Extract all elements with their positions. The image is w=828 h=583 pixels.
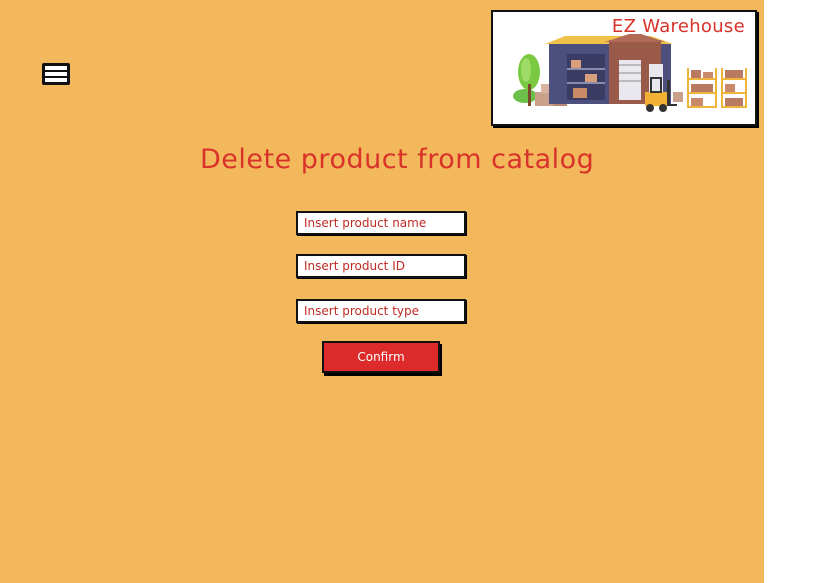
app-canvas: EZ Warehouse Delete product from catalog… bbox=[0, 0, 764, 583]
app-logo: EZ Warehouse bbox=[491, 10, 757, 126]
confirm-button[interactable]: Confirm bbox=[322, 341, 440, 373]
product-name-input[interactable] bbox=[296, 211, 466, 235]
hamburger-menu-icon[interactable] bbox=[40, 61, 72, 87]
product-type-input[interactable] bbox=[296, 299, 466, 323]
page-title: Delete product from catalog bbox=[200, 144, 595, 175]
product-id-input[interactable] bbox=[296, 254, 466, 278]
warehouse-illustration bbox=[513, 34, 747, 112]
